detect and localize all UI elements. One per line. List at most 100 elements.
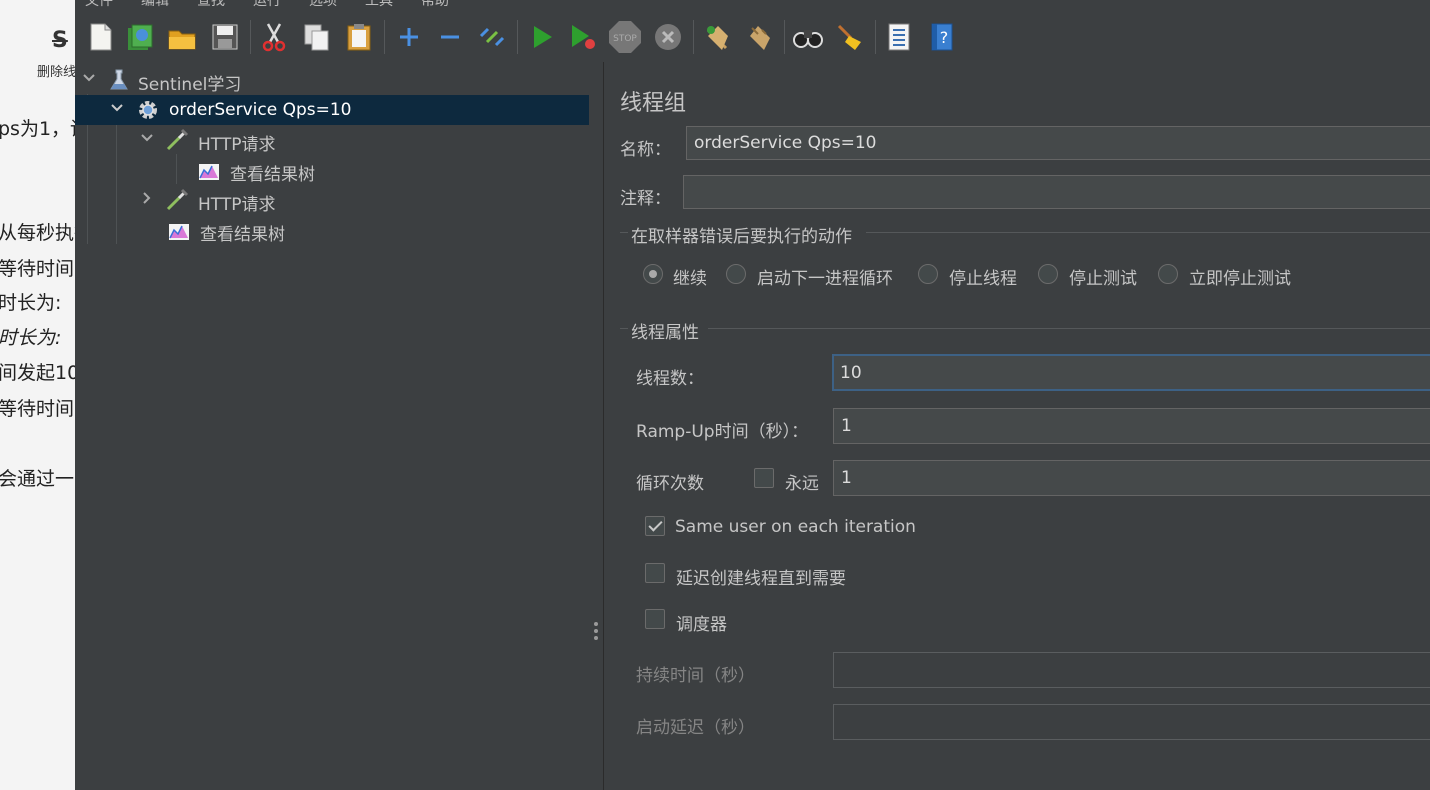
tree-label-view-results-tree: 查看结果树 (200, 225, 285, 245)
reset-search-icon[interactable] (833, 20, 867, 54)
sampler-pipette-icon (166, 188, 189, 211)
menu-file[interactable]: 文件 (85, 0, 113, 9)
delay-thread-creation-checkbox[interactable] (645, 563, 665, 583)
radio-label-stop-test: 停止测试 (1069, 269, 1137, 289)
search-icon[interactable] (791, 20, 825, 54)
thread-props-group-title: 线程属性 (631, 323, 699, 343)
radio-label-continue: 继续 (673, 269, 707, 289)
same-user-checkbox[interactable] (645, 516, 665, 536)
tree-node-view-results-tree[interactable]: 查看结果树 (75, 155, 589, 185)
tree-node-http-request-2[interactable]: HTTP请求 (75, 185, 589, 215)
name-label: 名称： (620, 140, 671, 160)
background-document: S 删除线 ps为1，请 从每秒执行 等待时间为 时长为: 时长为: 间发起10… (0, 0, 75, 790)
chevron-right-icon[interactable] (139, 190, 155, 206)
help-icon[interactable]: ? (925, 20, 959, 54)
doc-line: 时长为: (0, 327, 62, 349)
menu-edit[interactable]: 编辑 (141, 0, 169, 9)
same-user-label: Same user on each iteration (675, 517, 916, 537)
clear-icon[interactable] (700, 20, 734, 54)
templates-icon[interactable] (123, 20, 157, 54)
chevron-down-icon[interactable] (109, 100, 125, 116)
radio-label-start-next-loop: 启动下一进程循环 (757, 269, 893, 289)
shutdown-icon[interactable] (651, 20, 685, 54)
forever-label: 永远 (785, 474, 819, 494)
stop-icon[interactable]: STOP (608, 20, 642, 54)
listener-chart-icon (169, 224, 189, 240)
svg-text:?: ? (940, 28, 949, 47)
radio-stop-thread[interactable] (918, 264, 938, 284)
test-plan-icon (110, 69, 128, 90)
delete-line-label: 删除线 (37, 65, 75, 80)
thread-group-gear-icon (139, 101, 157, 119)
tree-label-http-request: HTTP请求 (198, 195, 276, 215)
tree-node-thread-group[interactable]: orderService Qps=10 (75, 95, 589, 125)
copy-icon[interactable] (300, 20, 334, 54)
drag-handle-icon[interactable] (594, 622, 598, 643)
split-pane-divider[interactable] (589, 62, 604, 790)
tree-node-test-plan[interactable]: Sentinel学习 (75, 65, 589, 95)
radio-label-stop-test-now: 立即停止测试 (1189, 269, 1291, 289)
save-icon[interactable] (208, 20, 242, 54)
loop-label: 循环次数 (636, 474, 704, 494)
tree-node-http-request[interactable]: HTTP请求 (75, 125, 589, 155)
tree-label-test-plan: Sentinel学习 (138, 75, 242, 95)
menu-options[interactable]: 选项 (309, 0, 337, 9)
forever-checkbox[interactable] (754, 468, 774, 488)
chevron-down-icon[interactable] (81, 70, 97, 86)
threads-field[interactable] (832, 354, 1430, 391)
panel-title: 线程组 (620, 91, 687, 116)
chevron-down-icon[interactable] (139, 130, 155, 146)
doc-line: 会通过一 (0, 468, 75, 490)
menu-run[interactable]: 运行 (253, 0, 281, 9)
scheduler-checkbox[interactable] (645, 609, 665, 629)
doc-line: 时长为: (0, 292, 62, 314)
tree-label-view-results-tree: 查看结果树 (230, 165, 315, 185)
thread-group-panel: 线程组 名称： 注释： 在取样器错误后要执行的动作 继续 启动下一进程循环 停止… (604, 62, 1430, 790)
toggle-icon[interactable] (475, 20, 509, 54)
menu-help[interactable]: 帮助 (421, 0, 449, 9)
strikethrough-icon[interactable]: S (52, 28, 68, 53)
delay-thread-creation-label: 延迟创建线程直到需要 (676, 569, 846, 589)
doc-line: 等待时间就 (0, 398, 75, 420)
name-field[interactable] (686, 126, 1430, 160)
comment-field[interactable] (683, 175, 1430, 209)
toolbar: STOP ? (75, 12, 1430, 62)
jmeter-window: 文件 编辑 查找 运行 选项 工具 帮助 STOP ? Sentinel学习 o… (75, 0, 1430, 790)
threads-label: 线程数： (636, 369, 704, 389)
listener-chart-icon (199, 164, 219, 180)
radio-start-next-loop[interactable] (726, 264, 746, 284)
new-icon[interactable] (84, 20, 118, 54)
startup-delay-label: 启动延迟（秒） (636, 718, 755, 738)
error-action-group-title: 在取样器错误后要执行的动作 (631, 227, 852, 247)
menu-search[interactable]: 查找 (197, 0, 225, 9)
radio-continue[interactable] (643, 264, 663, 284)
sampler-pipette-icon (166, 128, 189, 151)
tree-label-http-request: HTTP请求 (198, 135, 276, 155)
tree-label-thread-group: orderService Qps=10 (169, 100, 352, 120)
function-helper-icon[interactable] (882, 20, 916, 54)
paste-icon[interactable] (342, 20, 376, 54)
clear-all-icon[interactable] (742, 20, 776, 54)
doc-line: 间发起10 (0, 362, 75, 384)
duration-field[interactable] (833, 652, 1430, 688)
expand-icon[interactable] (392, 20, 426, 54)
open-icon[interactable] (165, 20, 199, 54)
radio-stop-test[interactable] (1038, 264, 1058, 284)
doc-line: 从每秒执行 (0, 222, 75, 244)
collapse-icon[interactable] (433, 20, 467, 54)
comment-label: 注释： (620, 189, 671, 209)
rampup-field[interactable] (833, 408, 1430, 444)
test-plan-tree: Sentinel学习 orderService Qps=10 HTTP请求 查看… (75, 62, 589, 790)
radio-label-stop-thread: 停止线程 (949, 269, 1017, 289)
menu-tools[interactable]: 工具 (365, 0, 393, 9)
start-no-pause-icon[interactable] (566, 20, 600, 54)
start-icon[interactable] (525, 20, 559, 54)
scheduler-label: 调度器 (676, 615, 727, 635)
cut-icon[interactable] (257, 20, 291, 54)
svg-text:STOP: STOP (613, 34, 637, 44)
startup-delay-field[interactable] (833, 704, 1430, 740)
menu-bar: 文件 编辑 查找 运行 选项 工具 帮助 (75, 0, 1430, 10)
radio-stop-test-now[interactable] (1158, 264, 1178, 284)
tree-node-view-results-tree-2[interactable]: 查看结果树 (75, 215, 589, 245)
loop-count-field[interactable] (833, 460, 1430, 496)
